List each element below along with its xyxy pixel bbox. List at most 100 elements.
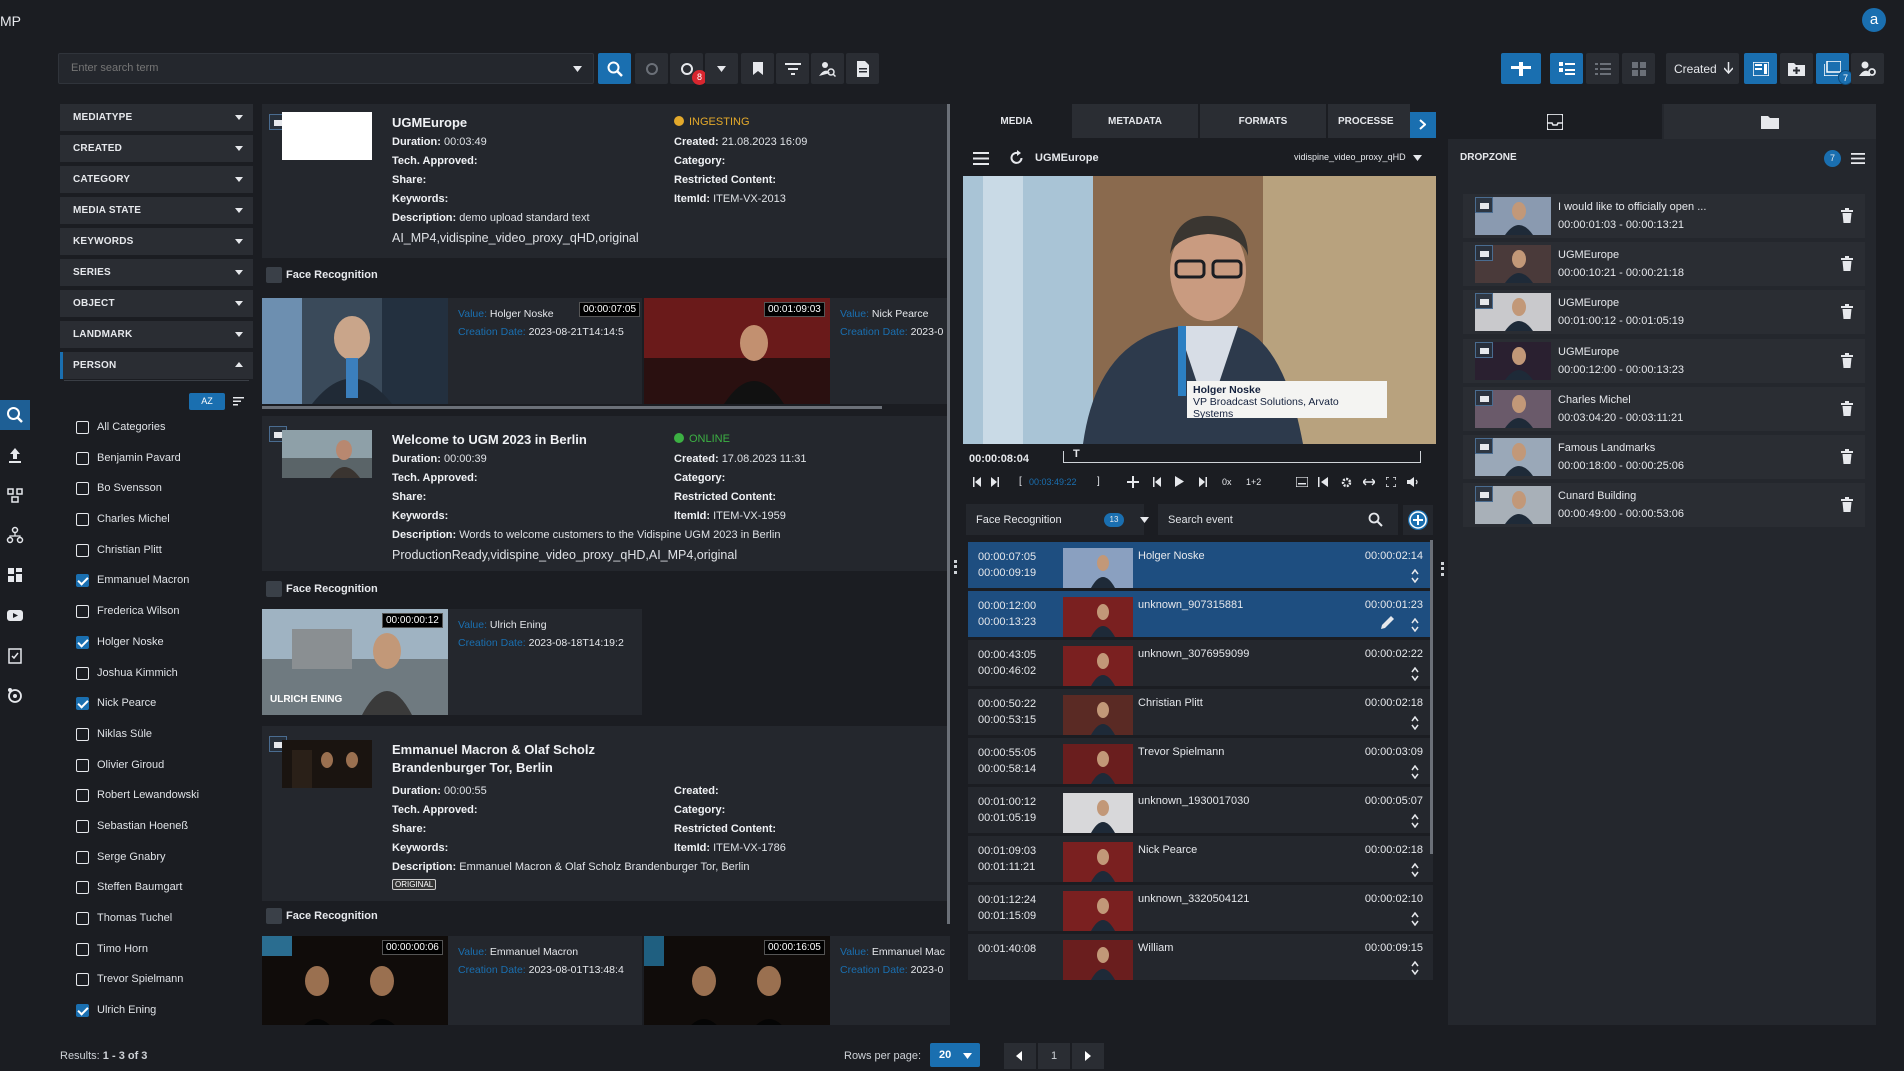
search-input[interactable] — [71, 62, 551, 74]
volume-icon[interactable] — [1407, 477, 1419, 487]
person-filter-item[interactable]: Joshua Kimmich — [60, 658, 253, 689]
tab-metadata[interactable]: METADATA — [1072, 104, 1198, 138]
result-title[interactable]: UGMEurope — [392, 115, 467, 130]
checkbox[interactable] — [76, 482, 89, 496]
person-filter-item[interactable]: Bo Svensson — [60, 473, 253, 504]
tab-processes[interactable]: PROCESSE — [1328, 104, 1410, 138]
checkbox[interactable] — [76, 973, 89, 987]
person-filter-item[interactable]: Ulrich Ening — [60, 995, 253, 1025]
event-thumbnail[interactable] — [1063, 793, 1133, 833]
result-thumbnail[interactable] — [282, 430, 372, 478]
checkbox[interactable] — [76, 819, 89, 833]
event-thumbnail[interactable] — [1063, 842, 1133, 882]
move-updown-icon[interactable] — [1411, 961, 1419, 975]
person-filter-item[interactable]: Olivier Giroud — [60, 750, 253, 781]
trash-icon[interactable] — [1841, 304, 1853, 320]
loop-icon[interactable] — [1363, 477, 1375, 487]
checkbox[interactable] — [76, 666, 89, 680]
result-title[interactable]: Emmanuel Macron & Olaf Scholz — [392, 742, 595, 757]
splitter-handle[interactable] — [954, 560, 957, 574]
facet-category[interactable]: CATEGORY — [60, 166, 253, 193]
person-filter-item[interactable]: All Categories — [60, 412, 253, 443]
edit-icon[interactable] — [1381, 615, 1395, 629]
vertical-scrollbar[interactable] — [947, 104, 950, 924]
bookmark-button[interactable] — [741, 53, 774, 84]
event-thumbnail[interactable] — [1063, 548, 1133, 588]
event-thumbnail[interactable] — [1063, 695, 1133, 735]
user-search-button[interactable] — [811, 53, 844, 84]
facet-keywords[interactable]: KEYWORDS — [60, 228, 253, 255]
trash-icon[interactable] — [1841, 449, 1853, 464]
trash-icon[interactable] — [1841, 208, 1853, 223]
format-select[interactable]: vidispine_video_proxy_qHD — [1294, 152, 1406, 162]
next-frame-icon[interactable] — [991, 477, 999, 487]
checkbox[interactable] — [76, 881, 89, 895]
event-search-box[interactable]: Search event — [1158, 504, 1398, 535]
face-card[interactable]: 00:00:16:05 Value: Emmanuel Mac Creation… — [644, 936, 950, 1025]
tab-folders[interactable] — [1664, 104, 1876, 139]
timeline-scrubber[interactable]: T — [1063, 448, 1421, 463]
dropzone-thumbnail[interactable] — [1475, 245, 1551, 284]
person-filter-item[interactable]: Niklas Süle — [60, 719, 253, 750]
move-updown-icon[interactable] — [1411, 863, 1419, 877]
prev-page-button[interactable] — [1004, 1043, 1036, 1069]
event-scrollbar[interactable] — [1430, 540, 1433, 854]
search-dropdown-icon[interactable] — [573, 66, 582, 72]
dropzone-item[interactable]: UGMEurope 00:00:10:21 - 00:00:21:18 — [1463, 242, 1865, 287]
tasks-icon[interactable] — [0, 640, 30, 670]
upload-icon[interactable] — [0, 440, 30, 470]
checkbox[interactable] — [76, 543, 89, 557]
detailed-view-button[interactable] — [1550, 53, 1583, 84]
dropzone-item[interactable]: UGMEurope 00:01:00:12 - 00:01:05:19 — [1463, 290, 1865, 335]
menu-icon[interactable] — [973, 152, 989, 165]
facet-created[interactable]: CREATED — [60, 135, 253, 162]
next-page-button[interactable] — [1072, 1043, 1104, 1069]
person-filter-item[interactable]: Nick Pearce — [60, 688, 253, 719]
dropzone-thumbnail[interactable] — [1475, 438, 1551, 476]
facet-media-state[interactable]: MEDIA STATE — [60, 197, 253, 224]
person-filter-item[interactable]: Emmanuel Macron — [60, 565, 253, 596]
sort-button[interactable]: Created — [1666, 53, 1739, 84]
event-thumbnail[interactable] — [1063, 597, 1133, 637]
dropzone-item[interactable]: I would like to officially open ... 00:00… — [1463, 194, 1865, 238]
facet-person[interactable]: PERSON — [60, 352, 253, 379]
checkbox[interactable] — [76, 850, 89, 864]
horizontal-scrollbar[interactable] — [262, 406, 882, 409]
person-filter-item[interactable]: Steffen Baumgart — [60, 872, 253, 903]
result-thumbnail[interactable] — [282, 740, 372, 788]
event-item[interactable]: 00:00:55:05 00:00:58:14 Trevor Spielmann 00… — [968, 738, 1433, 784]
face-card[interactable]: 00:01:09:03 Value: Nick Pearce Creation … — [644, 298, 950, 404]
panel-layout-button[interactable] — [1744, 53, 1777, 84]
event-filter-select[interactable]: Face Recognition 13 — [966, 504, 1149, 535]
move-updown-icon[interactable] — [1411, 716, 1419, 730]
person-filter-item[interactable]: Robert Lewandowski — [60, 780, 253, 811]
skip-back-icon[interactable] — [1153, 477, 1161, 487]
play-icon[interactable] — [1175, 476, 1184, 487]
subtitles-icon[interactable] — [1296, 477, 1308, 487]
tab-media[interactable]: MEDIA — [963, 104, 1070, 138]
dropzone-item[interactable]: Famous Landmarks 00:00:18:00 - 00:00:25:0… — [1463, 435, 1865, 479]
checkbox[interactable] — [76, 727, 89, 741]
event-item[interactable]: 00:01:09:03 00:01:11:21 Nick Pearce 00:00:0… — [968, 836, 1433, 882]
dropzone-thumbnail[interactable] — [1475, 293, 1551, 332]
sync-button[interactable]: 8 — [670, 53, 707, 85]
event-item[interactable]: 00:00:50:22 00:00:53:15 Christian Plitt 00:… — [968, 689, 1433, 735]
face-card[interactable]: ULRICH ENING 00:00:00:12 Value: Ulrich E… — [262, 609, 642, 715]
result-card[interactable]: Welcome to UGM 2023 in Berlin ONLINE Dur… — [262, 416, 950, 571]
search-box[interactable] — [58, 53, 594, 84]
face-card[interactable]: 00:00:00:06 Value: Emmanuel Macron Creat… — [262, 936, 642, 1025]
hierarchy-icon[interactable] — [0, 520, 30, 550]
tab-formats[interactable]: FORMATS — [1200, 104, 1326, 138]
person-filter-item[interactable]: Thomas Tuchel — [60, 903, 253, 934]
person-filter-item[interactable]: Sebastian Hoeneß — [60, 811, 253, 842]
add-marker-icon[interactable] — [1127, 476, 1139, 488]
dropzone-thumbnail[interactable] — [1475, 197, 1551, 235]
rewind-icon[interactable] — [1318, 477, 1328, 487]
add-folder-button[interactable] — [1780, 53, 1813, 84]
skip-forward-icon[interactable] — [1199, 477, 1207, 487]
search-icon[interactable] — [1368, 512, 1383, 527]
workflow-icon[interactable] — [0, 480, 30, 510]
event-item[interactable]: 00:01:00:12 00:01:05:19 unknown_1930017030… — [968, 787, 1433, 833]
event-search-input[interactable]: Search event — [1168, 514, 1233, 526]
dropzone-thumbnail[interactable] — [1475, 341, 1551, 380]
